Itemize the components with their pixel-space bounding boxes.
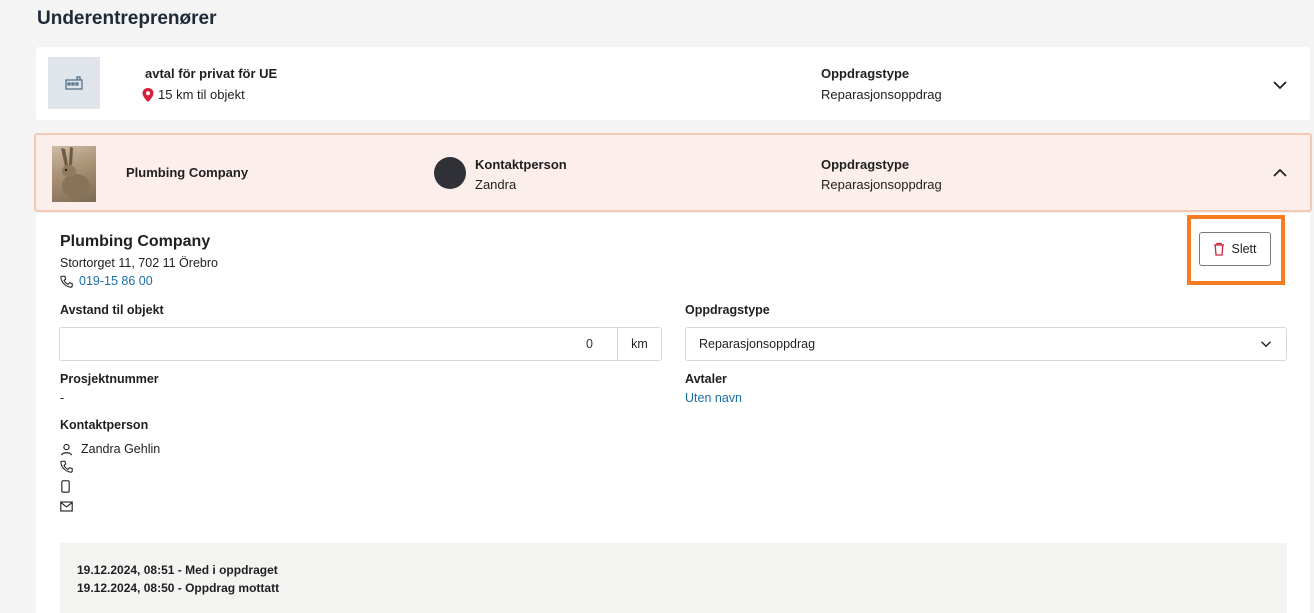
detail-phone-link[interactable]: 019-15 86 00 xyxy=(60,274,153,288)
subcontractor-name: avtal för privat för UE xyxy=(145,66,278,81)
distance-input[interactable] xyxy=(60,328,617,360)
distance-unit: km xyxy=(617,328,661,360)
trash-icon xyxy=(1214,242,1225,256)
assignment-type-value: Reparasjonsoppdrag xyxy=(821,177,942,192)
project-number-value: - xyxy=(60,391,65,405)
assignment-type-label: Oppdragstype xyxy=(685,303,770,317)
log-entry: 19.12.2024, 08:50 - Oppdrag mottatt xyxy=(77,581,280,595)
distance-field[interactable]: km xyxy=(59,327,662,361)
company-avatar xyxy=(52,146,96,202)
activity-log: 19.12.2024, 08:51 - Med i oppdraget 19.1… xyxy=(60,543,1287,613)
mobile-icon[interactable] xyxy=(60,480,71,493)
delete-label: Slett xyxy=(1231,242,1257,256)
delete-button[interactable]: Slett xyxy=(1199,232,1271,266)
assignment-type-selected: Reparasjonsoppdrag xyxy=(699,337,816,351)
chevron-down-icon[interactable] xyxy=(1272,77,1288,93)
assignment-type-value: Reparasjonsoppdrag xyxy=(821,87,942,102)
detail-address: Stortorget 11, 702 11 Örebro xyxy=(60,256,218,270)
assignment-type-label: Oppdragstype xyxy=(821,157,910,172)
agreement-link[interactable]: Uten navn xyxy=(685,391,742,405)
project-number-label: Prosjektnummer xyxy=(60,372,159,386)
subcontractor-card-1[interactable]: avtal för privat för UE 15 km til objekt… xyxy=(36,47,1310,120)
contact-mobile-row xyxy=(60,480,71,493)
mail-icon[interactable] xyxy=(60,501,73,512)
avatar xyxy=(434,157,466,189)
distance-text: 15 km til objekt xyxy=(158,87,245,102)
subcontractor-name: Plumbing Company xyxy=(126,165,249,180)
assignment-type-select[interactable]: Reparasjonsoppdrag xyxy=(685,327,1287,361)
contact-value: Zandra xyxy=(475,177,517,192)
chevron-down-icon xyxy=(1261,341,1271,348)
agreements-label: Avtaler xyxy=(685,372,727,386)
page-title: Underentreprenører xyxy=(37,8,217,29)
assignment-type-label: Oppdragstype xyxy=(821,66,910,81)
location-pin-icon xyxy=(142,87,154,102)
chevron-up-icon[interactable] xyxy=(1272,165,1288,181)
building-icon xyxy=(48,57,100,109)
contact-label: Kontaktperson xyxy=(475,157,567,172)
phone-icon xyxy=(60,275,73,288)
distance-label: Avstand til objekt xyxy=(60,303,164,317)
detail-company-name: Plumbing Company xyxy=(60,233,211,250)
contact-person-label: Kontaktperson xyxy=(60,418,149,432)
subcontractor-card-2[interactable]: Plumbing Company Kontaktperson Zandra Op… xyxy=(34,133,1312,212)
log-entry: 19.12.2024, 08:51 - Med i oppdraget xyxy=(77,563,278,577)
contact-mail-row xyxy=(60,501,73,512)
phone-icon[interactable] xyxy=(60,460,73,473)
contact-person-row: Zandra Gehlin xyxy=(60,442,160,456)
contact-phone-row xyxy=(60,460,73,473)
contact-person-name: Zandra Gehlin xyxy=(81,442,161,456)
distance-row: 15 km til objekt xyxy=(142,87,245,102)
detail-phone: 019-15 86 00 xyxy=(79,274,153,288)
person-icon xyxy=(61,443,72,455)
subcontractor-detail-panel: Plumbing Company Stortorget 11, 702 11 Ö… xyxy=(36,213,1310,613)
